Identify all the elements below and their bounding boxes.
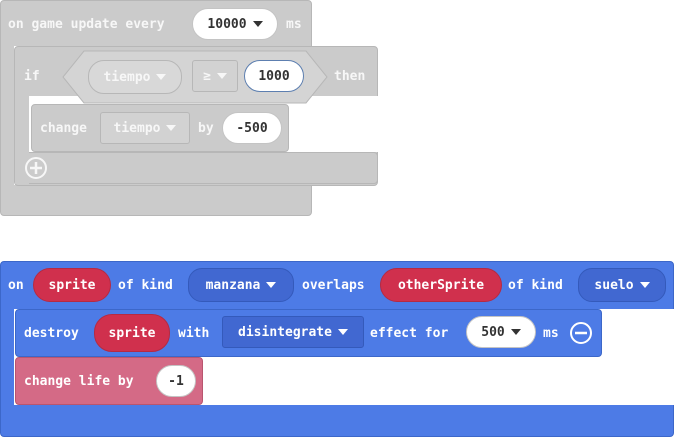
effect-for-label: effect for bbox=[370, 326, 449, 341]
if-label: if bbox=[24, 69, 40, 84]
destroy-label: destroy bbox=[24, 326, 79, 341]
change-label: change bbox=[40, 121, 87, 136]
by-label: by bbox=[198, 121, 214, 136]
kind-dropdown-suelo[interactable]: suelo bbox=[578, 268, 666, 302]
other-sprite-parameter[interactable]: otherSprite bbox=[380, 268, 502, 302]
destroy-sprite-target[interactable]: sprite bbox=[94, 314, 170, 352]
game-update-label: on game update every bbox=[8, 17, 165, 32]
effect-duration-dropdown[interactable]: 500 bbox=[466, 316, 536, 348]
kind-dropdown-manzana[interactable]: manzana bbox=[188, 268, 294, 302]
sprite-parameter[interactable]: sprite bbox=[33, 268, 111, 302]
effect-unit-label: ms bbox=[543, 326, 559, 341]
condition-value-input[interactable]: 1000 bbox=[244, 60, 304, 92]
comparison-operator-dropdown[interactable]: ≥ bbox=[192, 60, 238, 92]
interval-dropdown[interactable]: 10000 bbox=[192, 8, 278, 40]
change-value-input[interactable]: -500 bbox=[222, 112, 282, 144]
of-kind-label-2: of kind bbox=[508, 278, 563, 293]
tiempo-variable-dropdown[interactable]: tiempo bbox=[88, 60, 182, 94]
minus-circle-icon[interactable] bbox=[569, 321, 593, 345]
plus-circle-icon[interactable] bbox=[24, 156, 48, 180]
change-variable-dropdown[interactable]: tiempo bbox=[100, 112, 190, 144]
effect-dropdown[interactable]: disintegrate bbox=[222, 316, 364, 348]
then-label: then bbox=[334, 69, 366, 84]
with-label: with bbox=[178, 326, 210, 341]
interval-unit-label: ms bbox=[286, 17, 302, 32]
overlaps-label: overlaps bbox=[302, 278, 365, 293]
on-label: on bbox=[8, 278, 24, 293]
change-life-label: change life by bbox=[24, 374, 134, 389]
life-value-input[interactable]: -1 bbox=[156, 365, 196, 397]
of-kind-label-1: of kind bbox=[118, 278, 173, 293]
